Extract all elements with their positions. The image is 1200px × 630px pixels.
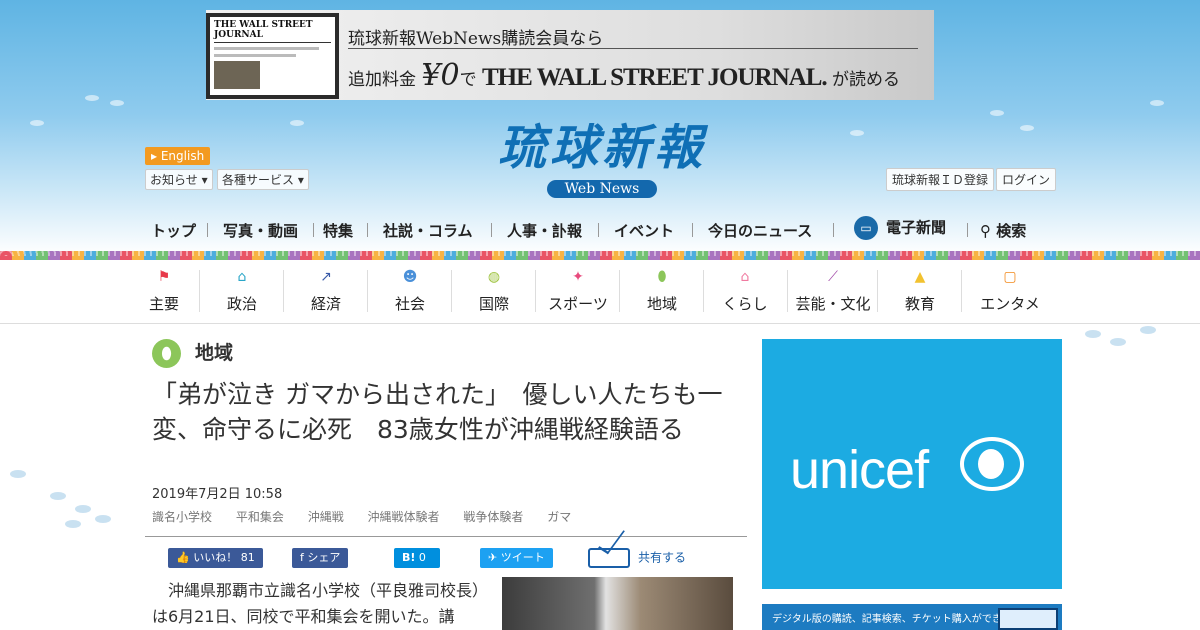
article-photo[interactable] [502,577,733,630]
main-nav: トップ 写真・動画 特集 社説・コラム 人事・訃報 イベント 今日のニュース ▭… [145,216,1055,246]
facebook-icon: f [300,551,304,564]
banner-price: ¥0 [421,58,460,93]
nav-features[interactable]: 特集 [323,220,353,241]
tweet-button[interactable]: ✈ ツイート [480,548,553,568]
login-button[interactable]: ログイン [996,168,1057,191]
banner-brand: THE WALL STREET JOURNAL. [482,64,828,91]
graduation-cap-icon: ▲ [914,269,926,285]
pin-icon: ⬮ [657,269,667,285]
tag[interactable]: 沖縄戦 [308,510,344,524]
cat-politics[interactable]: ⌂ 政治 [219,262,265,320]
brush-icon: ⟋ [828,269,838,285]
cat-sports[interactable]: ✦ スポーツ [543,262,613,320]
wsj-ad-banner[interactable]: THE WALL STREET JOURNAL 琉球新報WebNews購読会員な… [206,10,934,100]
wsj-mini-masthead: THE WALL STREET JOURNAL [214,20,331,43]
facebook-like-button[interactable]: 👍 いいね！ 81 [168,548,263,568]
article-title: 「弟が泣き ガマから出された」 優しい人たちも一変、命守るに必死 83歳女性が沖… [152,380,723,444]
nav-photo-video[interactable]: 写真・動画 [223,220,298,241]
globe-icon: ◍ [487,269,501,285]
banner-offer-line: 追加料金 ¥0で THE WALL STREET JOURNAL. が読める [348,58,901,93]
parliament-icon: ⌂ [237,269,247,285]
cat-society[interactable]: ☻ 社会 [387,262,433,320]
tag[interactable]: ガマ [547,510,571,524]
cat-international[interactable]: ◍ 国際 [471,262,517,320]
cat-region[interactable]: ⬮ 地域 [639,262,685,320]
category-nav: ⚑ 主要 ⌂ 政治 ↗ 経済 ☻ 社会 ◍ 国際 ✦ スポーツ ⬮ 地域 ⌂ くらし ⟋ 芸能・文… [145,262,1055,320]
tag[interactable]: 沖縄戦体験者 [368,510,440,524]
like-count: 81 [240,551,255,564]
banner-headline: 琉球新報WebNews購読会員なら [348,29,604,49]
nav-search[interactable]: ⚲ 検索 [980,220,1026,241]
monitor-icon [998,608,1058,630]
nav-editorials[interactable]: 社説・コラム [383,220,473,241]
tag[interactable]: 平和集会 [236,510,284,524]
flag-icon: ⚑ [157,269,171,285]
hatena-bookmark-button[interactable]: B! 0 [394,548,440,568]
people-icon: ☻ [402,269,418,285]
nav-events[interactable]: イベント [614,220,674,241]
tag[interactable]: 戦争体験者 [463,510,523,524]
decorative-pattern-stripe [0,251,1200,260]
house-icon: ⌂ [740,269,750,285]
envelope-icon [588,548,630,568]
cat-economy[interactable]: ↗ 経済 [303,262,349,320]
cat-living[interactable]: ⌂ くらし [719,262,771,320]
digital-subscription-ad[interactable]: デジタル版の購読、記事検索、チケット購入ができる [762,604,1062,630]
laptop-image: THE WALL STREET JOURNAL [206,13,339,99]
nav-personnel-obituaries[interactable]: 人事・訃報 [507,220,582,241]
services-dropdown[interactable]: 各種サービス ▾ [217,169,309,190]
unicef-wordmark: unicef [790,440,929,500]
cat-entertainment[interactable]: ▢ エンタメ [975,262,1045,320]
chart-icon: ↗ [320,269,332,285]
site-logo[interactable]: 琉球新報 Web News [452,118,752,198]
twitter-icon: ✈ [488,551,498,564]
search-icon: ⚲ [980,222,991,240]
tv-icon: ▢ [1003,269,1017,285]
nav-top[interactable]: トップ [151,220,196,241]
pin-icon: ⬮ [152,339,181,368]
article-date: 2019年7月2日 10:58 [152,487,283,502]
runner-icon: ✦ [572,269,584,285]
tag[interactable]: 識名小学校 [152,510,212,524]
cat-arts-culture[interactable]: ⟋ 芸能・文化 [791,262,875,320]
english-link[interactable]: ▸ English [145,147,211,165]
cat-education[interactable]: ▲ 教育 [897,262,943,320]
nav-todays-news[interactable]: 今日のニュース [708,220,812,241]
monitor-icon: ▭ [854,216,878,240]
share-button[interactable]: 共有する [588,548,686,568]
article-body: 沖縄県那覇市立識名小学校（平良雅司校長）は6月21日、同校で平和集会を開いた。講 [152,581,489,626]
cat-main[interactable]: ⚑ 主要 [145,262,183,320]
nav-epaper[interactable]: ▭ 電子新聞 [854,216,946,240]
article-region[interactable]: ⬮ 地域 [152,338,233,368]
unicef-ad[interactable]: unicef [762,339,1062,589]
id-register-button[interactable]: 琉球新報ＩＤ登録 [886,168,995,191]
facebook-share-button[interactable]: f シェア [292,548,349,568]
unicef-emblem-icon [960,437,1024,491]
thumbs-up-icon: 👍 [176,551,190,564]
article-tags: 識名小学校 平和集会 沖縄戦 沖縄戦体験者 戦争体験者 ガマ [152,508,591,525]
notices-dropdown[interactable]: お知らせ ▾ [145,169,213,190]
